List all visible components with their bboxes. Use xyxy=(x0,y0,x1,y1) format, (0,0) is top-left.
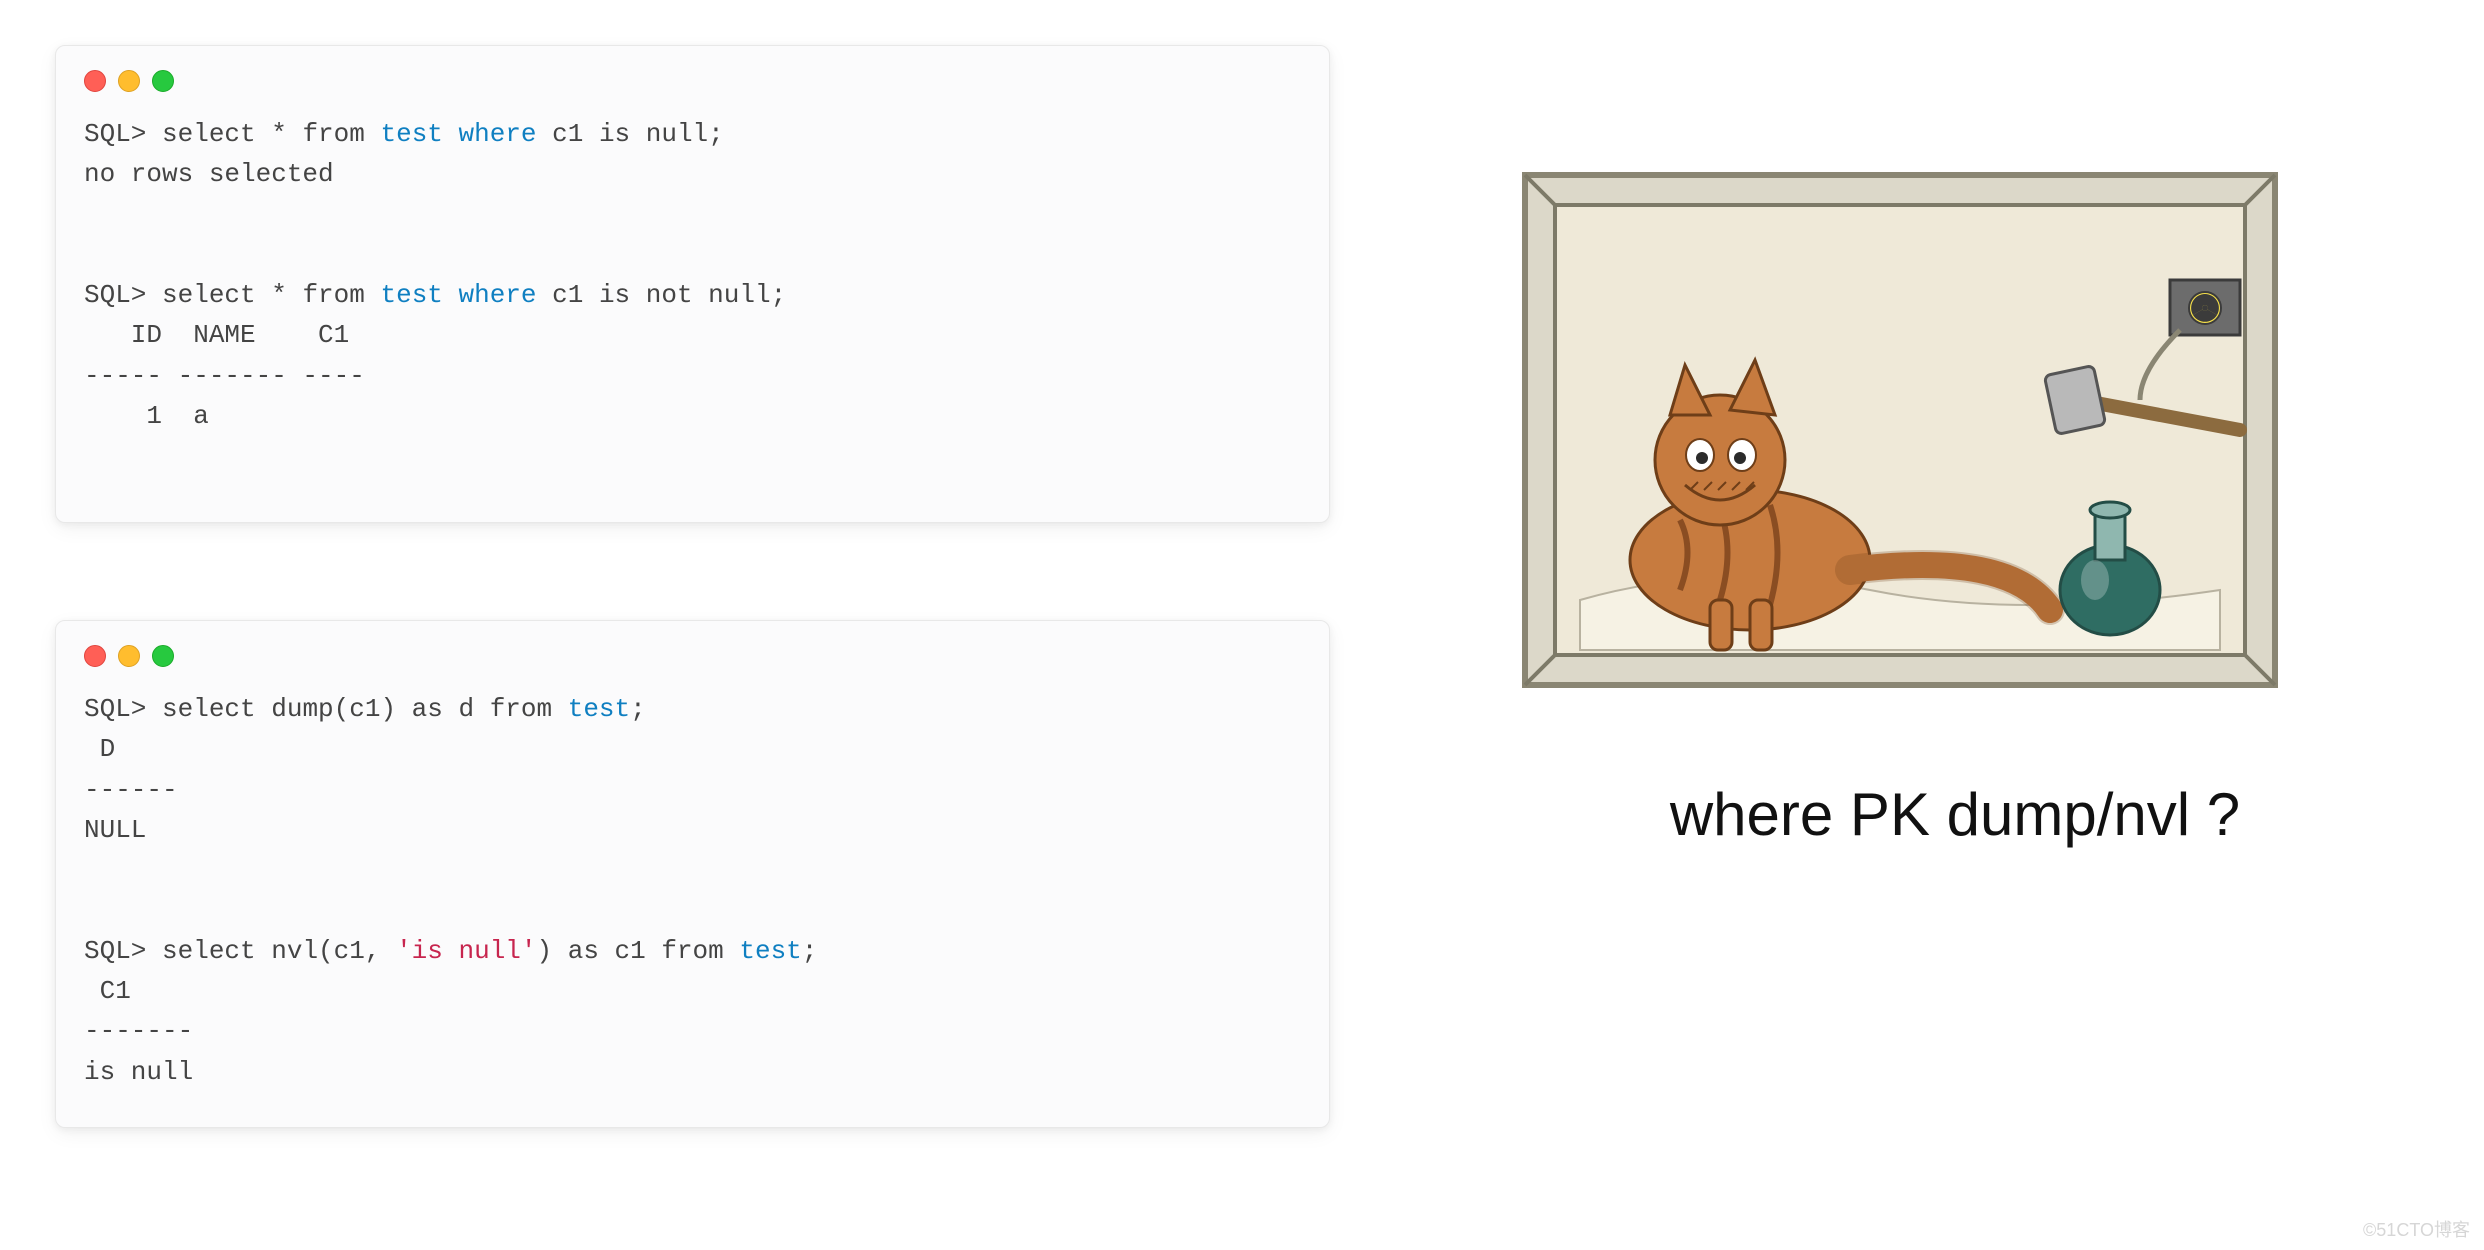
minimize-icon xyxy=(118,645,140,667)
window-controls xyxy=(84,645,1301,667)
close-icon xyxy=(84,645,106,667)
code-block-1: SQL> select * from test where c1 is null… xyxy=(84,114,1301,436)
code-block-2: SQL> select dump(c1) as d from test; D -… xyxy=(84,689,1301,1092)
window-controls xyxy=(84,70,1301,92)
minimize-icon xyxy=(118,70,140,92)
zoom-icon xyxy=(152,645,174,667)
caption-text: where PK dump/nvl ? xyxy=(1520,780,2390,849)
schrodinger-cat-illustration xyxy=(1520,170,2280,690)
close-icon xyxy=(84,70,106,92)
code-card-2: SQL> select dump(c1) as d from test; D -… xyxy=(55,620,1330,1128)
code-card-1: SQL> select * from test where c1 is null… xyxy=(55,45,1330,523)
zoom-icon xyxy=(152,70,174,92)
watermark: ©51CTO博客 xyxy=(2363,1216,2470,1242)
